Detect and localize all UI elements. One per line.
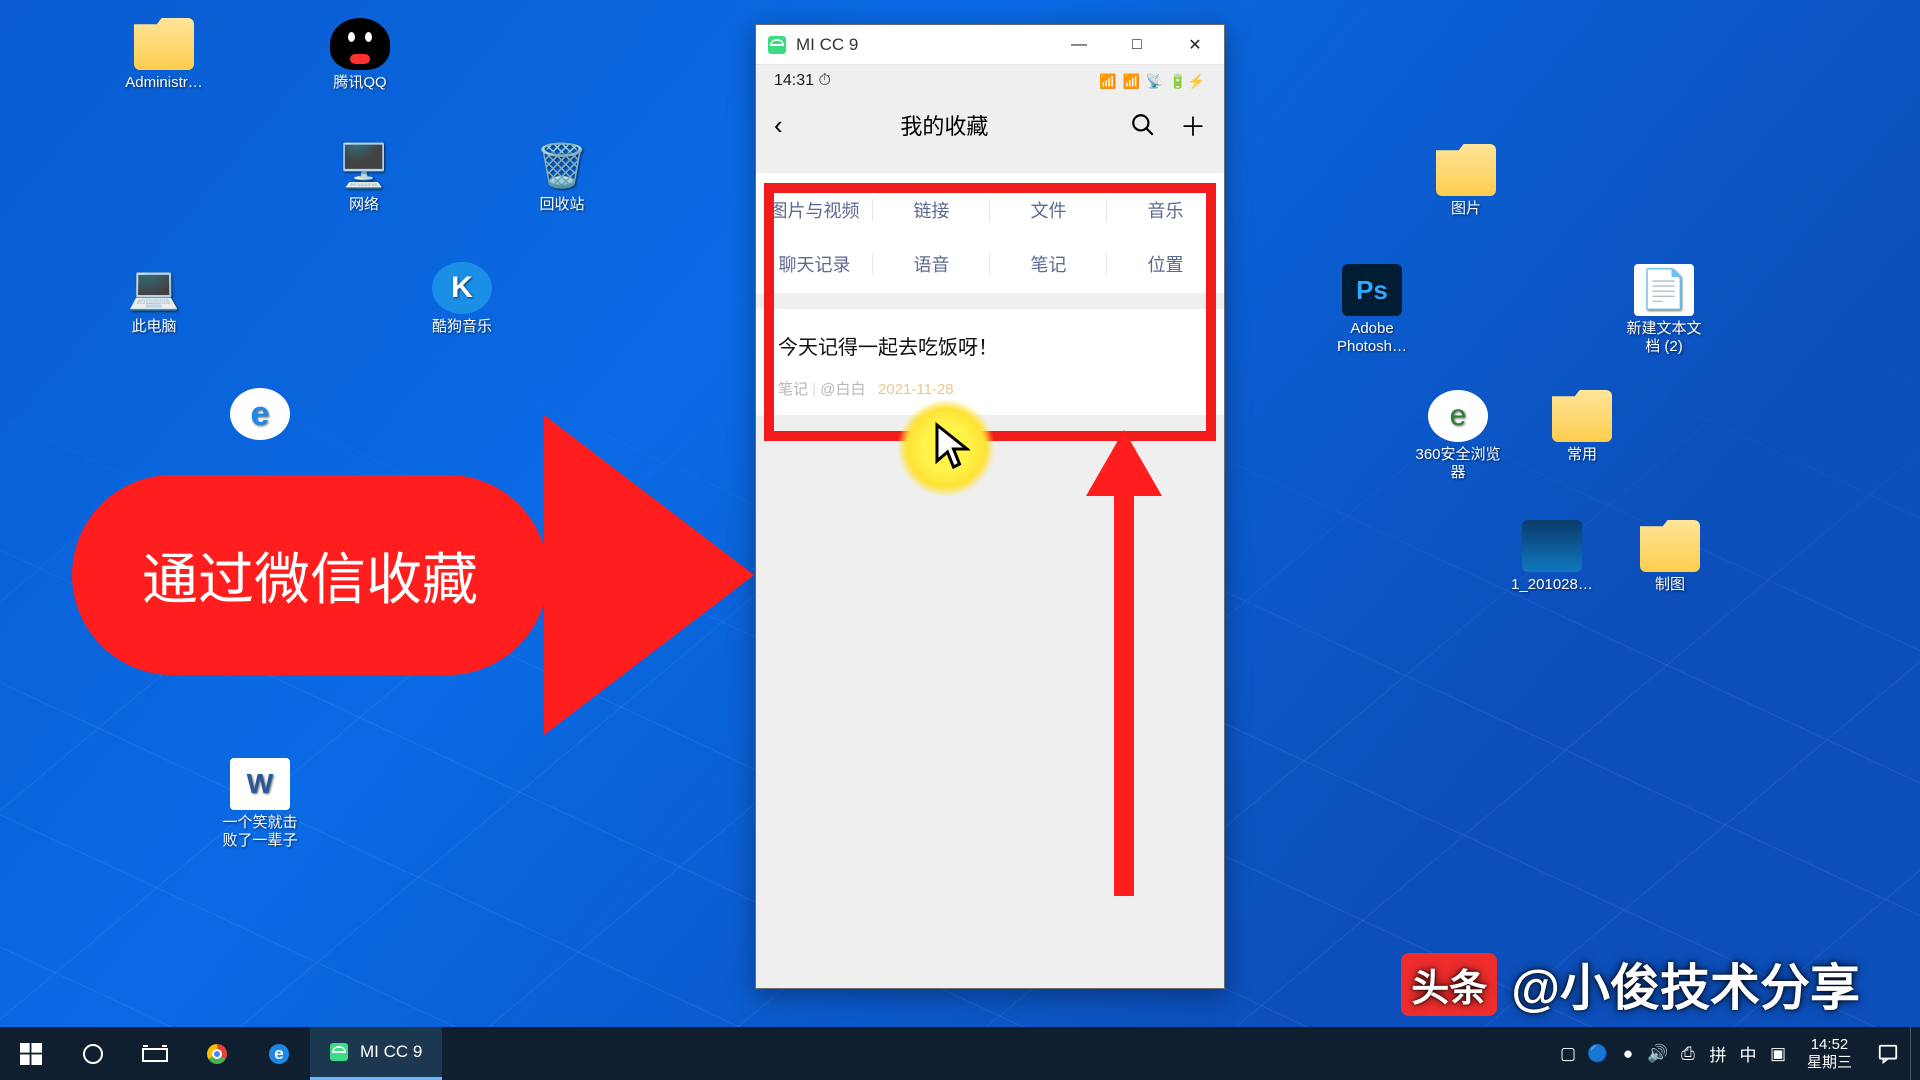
status-indicators: 📶 📶 📡 🔋⚡ bbox=[1099, 73, 1206, 90]
ie-icon: e bbox=[230, 388, 290, 440]
back-button[interactable]: ‹ bbox=[774, 110, 783, 141]
phone-screen: 14:31 ⏱ 📶 📶 📡 🔋⚡ ‹ 我的收藏 ＋ 图片与视频 链接 文件 音乐… bbox=[756, 65, 1224, 988]
desktop-icon-ie[interactable]: e bbox=[208, 388, 312, 444]
pc-icon: 💻 bbox=[124, 262, 184, 314]
tray-icon[interactable]: ▣ bbox=[1763, 1044, 1793, 1064]
photoshop-icon: Ps bbox=[1342, 264, 1402, 316]
folder-icon bbox=[1640, 520, 1700, 572]
notification-icon bbox=[1877, 1043, 1899, 1065]
taskbar-active-app[interactable]: MI CC 9 bbox=[310, 1027, 442, 1080]
folder-icon bbox=[1552, 390, 1612, 442]
desktop-icon-draw[interactable]: 制图 bbox=[1618, 520, 1722, 594]
folder-icon bbox=[1436, 144, 1496, 196]
tray-icon[interactable]: ⎙ bbox=[1673, 1044, 1703, 1064]
desktop-icon-photoshop[interactable]: Ps Adobe Photosh… bbox=[1320, 264, 1424, 356]
taskbar-chrome[interactable] bbox=[186, 1027, 248, 1080]
kugou-icon: K bbox=[432, 262, 492, 314]
category-chat-log[interactable]: 聊天记录 bbox=[756, 237, 873, 291]
desktop-icon-image-file[interactable]: 1_201028… bbox=[1500, 520, 1604, 594]
text-file-icon: 📄 bbox=[1634, 264, 1694, 316]
search-icon bbox=[1130, 112, 1156, 138]
favorites-category-grid: 图片与视频 链接 文件 音乐 聊天记录 语音 笔记 位置 bbox=[756, 173, 1224, 293]
desktop-icon-recycle-bin[interactable]: 🗑️ 回收站 bbox=[510, 140, 614, 214]
desktop-icon-new-txt[interactable]: 📄 新建文本文 档 (2) bbox=[1612, 264, 1716, 356]
desktop-icon-text-doc[interactable]: W 一个笑就击 败了一辈子 bbox=[200, 758, 320, 850]
window-titlebar[interactable]: MI CC 9 — □ ✕ bbox=[756, 25, 1224, 65]
task-view-button[interactable] bbox=[124, 1027, 186, 1080]
monitor-icon: 🖥️ bbox=[334, 140, 394, 192]
tray-ime-icon[interactable]: 拼 bbox=[1703, 1041, 1733, 1066]
emulator-window: MI CC 9 — □ ✕ 14:31 ⏱ 📶 📶 📡 🔋⚡ ‹ 我的收藏 ＋ … bbox=[755, 24, 1225, 989]
search-button[interactable] bbox=[1130, 112, 1156, 138]
category-voice[interactable]: 语音 bbox=[873, 237, 990, 291]
window-title: MI CC 9 bbox=[796, 35, 858, 55]
show-desktop-button[interactable] bbox=[1910, 1027, 1920, 1080]
desktop-icon-common[interactable]: 常用 bbox=[1530, 390, 1634, 464]
phone-status-bar: 14:31 ⏱ 📶 📶 📡 🔋⚡ bbox=[756, 65, 1224, 97]
favorite-item-text: 今天记得一起去吃饭呀！ bbox=[778, 331, 1202, 360]
taskview-icon bbox=[142, 1044, 168, 1064]
taskbar-edge[interactable]: e bbox=[248, 1027, 310, 1080]
start-button[interactable] bbox=[0, 1027, 62, 1080]
desktop-icon-network[interactable]: 🖥️ 网络 bbox=[312, 140, 416, 214]
android-icon bbox=[330, 1043, 348, 1061]
image-icon bbox=[1522, 520, 1582, 572]
tray-icon[interactable]: ● bbox=[1613, 1044, 1643, 1064]
category-location[interactable]: 位置 bbox=[1107, 237, 1224, 291]
tray-icon[interactable]: ▢ bbox=[1553, 1044, 1583, 1064]
category-notes[interactable]: 笔记 bbox=[990, 237, 1107, 291]
status-time: 14:31 ⏱ bbox=[774, 72, 831, 90]
word-icon: W bbox=[230, 758, 290, 810]
desktop-icon-administrator[interactable]: Administr… bbox=[112, 18, 216, 92]
tray-icon[interactable]: 🔵 bbox=[1583, 1044, 1613, 1064]
action-center-button[interactable] bbox=[1866, 1027, 1910, 1080]
page-title: 我的收藏 bbox=[783, 109, 1106, 141]
folder-icon bbox=[134, 18, 194, 70]
window-minimize-button[interactable]: — bbox=[1050, 25, 1108, 65]
chrome-icon bbox=[207, 1044, 227, 1064]
browser-icon: e bbox=[1428, 390, 1488, 442]
desktop-icon-this-pc[interactable]: 💻 此电脑 bbox=[102, 262, 206, 336]
qq-icon bbox=[330, 18, 390, 70]
app-bar: ‹ 我的收藏 ＋ bbox=[756, 97, 1224, 153]
tray-lang-icon[interactable]: 中 bbox=[1733, 1041, 1763, 1066]
taskbar: e MI CC 9 ▢ 🔵 ● 🔊 ⎙ 拼 中 ▣ 14:52 星期三 bbox=[0, 1027, 1920, 1080]
desktop-icon-360browser[interactable]: e 360安全浏览 器 bbox=[1406, 390, 1510, 482]
favorite-item-meta: 笔记 | @白白 2021-11-28 bbox=[778, 378, 1202, 399]
desktop-icon-kugou[interactable]: K 酷狗音乐 bbox=[410, 262, 514, 336]
tray-volume-icon[interactable]: 🔊 bbox=[1643, 1044, 1673, 1064]
android-icon bbox=[768, 36, 786, 54]
taskbar-clock[interactable]: 14:52 星期三 bbox=[1793, 1036, 1866, 1072]
add-button[interactable]: ＋ bbox=[1180, 107, 1206, 144]
window-maximize-button[interactable]: □ bbox=[1108, 25, 1166, 65]
favorite-item[interactable]: 今天记得一起去吃饭呀！ 笔记 | @白白 2021-11-28 bbox=[756, 309, 1224, 415]
category-music[interactable]: 音乐 bbox=[1107, 183, 1224, 237]
windows-icon bbox=[20, 1043, 42, 1065]
edge-icon: e bbox=[269, 1044, 289, 1064]
taskbar-app-label: MI CC 9 bbox=[360, 1042, 422, 1062]
category-files[interactable]: 文件 bbox=[990, 183, 1107, 237]
desktop-icon-pictures[interactable]: 图片 bbox=[1414, 144, 1518, 218]
desktop-icon-qq[interactable]: 腾讯QQ bbox=[308, 18, 412, 92]
recycle-icon: 🗑️ bbox=[532, 140, 592, 192]
category-images-videos[interactable]: 图片与视频 bbox=[756, 183, 873, 237]
system-tray: ▢ 🔵 ● 🔊 ⎙ 拼 中 ▣ 14:52 星期三 bbox=[1553, 1027, 1920, 1080]
category-links[interactable]: 链接 bbox=[873, 183, 990, 237]
circle-icon bbox=[81, 1042, 105, 1066]
cortana-button[interactable] bbox=[62, 1027, 124, 1080]
window-close-button[interactable]: ✕ bbox=[1166, 25, 1224, 65]
